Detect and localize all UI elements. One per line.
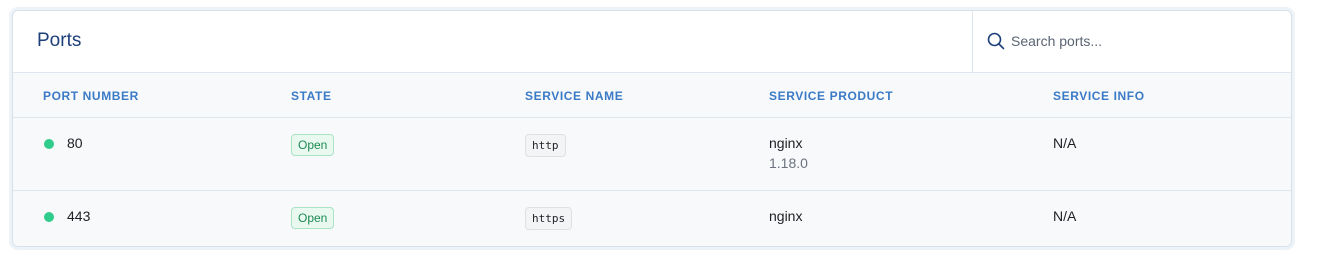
column-header-state[interactable]: STATE — [291, 89, 332, 103]
service-product: nginx — [769, 208, 803, 224]
search-input[interactable] — [1011, 29, 1271, 53]
column-header-service-info[interactable]: SERVICE INFO — [1053, 89, 1145, 103]
service-product: nginx — [769, 135, 803, 151]
column-header-port-number[interactable]: PORT NUMBER — [43, 89, 139, 103]
column-header-service-product[interactable]: SERVICE PRODUCT — [769, 89, 893, 103]
service-name: http — [525, 134, 566, 157]
service-name: https — [525, 207, 573, 230]
table-row[interactable]: 80 Open http nginx 1.18.0 N/A — [13, 118, 1291, 191]
card-header: Ports — [13, 11, 1291, 73]
service-version: 1.18.0 — [769, 155, 808, 171]
port-number: 443 — [67, 208, 91, 224]
service-info: N/A — [1053, 135, 1077, 151]
state-badge: Open — [291, 207, 335, 229]
status-dot-icon — [44, 139, 54, 149]
column-header-service-name[interactable]: SERVICE NAME — [525, 89, 623, 103]
ports-card: Ports PORT NUMBER STATE SERVICE NAME SER… — [12, 10, 1292, 247]
service-info: N/A — [1053, 208, 1077, 224]
port-number: 80 — [67, 135, 83, 151]
search-icon — [987, 32, 1005, 50]
page-title: Ports — [37, 30, 82, 51]
table-row[interactable]: 443 Open https nginx N/A — [13, 191, 1291, 246]
table-header-row: PORT NUMBER STATE SERVICE NAME SERVICE P… — [13, 73, 1291, 118]
search-box[interactable] — [972, 11, 1291, 72]
state-badge: Open — [291, 134, 335, 156]
status-dot-icon — [44, 212, 54, 222]
